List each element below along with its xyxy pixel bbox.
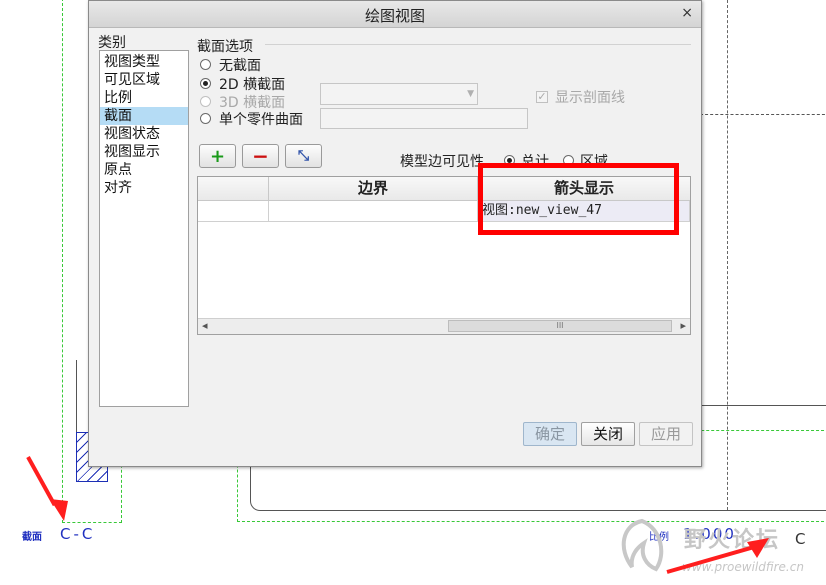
annotation-highlight-box xyxy=(478,163,679,235)
section-name-right: C xyxy=(795,530,806,548)
table-horizontal-scrollbar[interactable]: ◂ III ▸ xyxy=(198,318,690,334)
radio-single-part-surface-label: 单个零件曲面 xyxy=(219,112,303,128)
arrow-head-icon-right xyxy=(747,538,769,558)
watermark-logo-icon xyxy=(621,518,664,572)
close-icon[interactable]: × xyxy=(681,5,693,21)
category-item-view-type[interactable]: 视图类型 xyxy=(100,53,188,71)
category-item-section[interactable]: 截面 xyxy=(100,107,188,125)
category-item-origin[interactable]: 原点 xyxy=(100,161,188,179)
scroll-left-icon[interactable]: ◂ xyxy=(202,319,208,332)
column-header-name[interactable] xyxy=(198,177,269,201)
section-3d-combo[interactable]: ▼ xyxy=(320,83,478,105)
part-edge-right xyxy=(700,405,826,406)
show-hatch-checkbox[interactable]: ✓ xyxy=(536,91,548,103)
ok-button[interactable]: 确定 xyxy=(523,422,577,446)
radio-no-section[interactable] xyxy=(200,59,211,70)
close-button[interactable]: 关闭 xyxy=(581,422,635,446)
section-options-label: 截面选项 xyxy=(197,39,253,55)
column-header-boundary[interactable]: 边界 xyxy=(269,177,478,201)
center-line-vertical xyxy=(727,0,728,510)
section-label-left: 截面 xyxy=(22,532,42,543)
radio-2d-section[interactable] xyxy=(200,78,211,89)
category-item-view-state[interactable]: 视图状态 xyxy=(100,125,188,143)
remove-section-button[interactable]: − xyxy=(242,144,279,168)
part-surface-field[interactable] xyxy=(320,108,528,129)
chevron-down-icon: ▼ xyxy=(467,89,474,99)
scroll-right-icon[interactable]: ▸ xyxy=(680,319,686,332)
section-name-left: C-C xyxy=(60,525,96,543)
resize-icon: ⤡ xyxy=(297,148,310,164)
radio-no-section-label: 无截面 xyxy=(219,58,261,74)
category-list: 视图类型 可见区域 比例 截面 视图状态 视图显示 原点 对齐 xyxy=(99,50,189,407)
add-section-button[interactable]: + xyxy=(199,144,236,168)
dialog-title: 绘图视图 xyxy=(364,7,425,25)
radio-single-part-surface[interactable] xyxy=(200,113,211,124)
section-options-divider xyxy=(265,44,691,45)
minus-icon: − xyxy=(252,144,269,168)
table-cell-boundary[interactable] xyxy=(269,201,478,222)
show-hatch-label: 显示剖面线 xyxy=(555,90,625,106)
apply-button[interactable]: 应用 xyxy=(639,422,693,446)
model-edge-visibility-label: 模型边可见性 xyxy=(400,154,484,170)
category-item-visible-area[interactable]: 可见区域 xyxy=(100,71,188,89)
radio-2d-section-label: 2D 横截面 xyxy=(219,77,286,93)
category-item-view-display[interactable]: 视图显示 xyxy=(100,143,188,161)
category-item-scale[interactable]: 比例 xyxy=(100,89,188,107)
edit-section-button[interactable]: ⤡ xyxy=(285,144,322,168)
center-line-horizontal xyxy=(700,114,826,115)
category-label: 类别 xyxy=(98,35,126,51)
arrow-head-icon xyxy=(50,499,68,521)
table-cell-name[interactable] xyxy=(198,201,269,222)
scroll-thumb[interactable]: III xyxy=(448,320,672,332)
plus-icon: + xyxy=(209,145,226,167)
dialog-titlebar[interactable]: 绘图视图 × xyxy=(89,1,701,28)
category-item-align[interactable]: 对齐 xyxy=(100,179,188,197)
radio-3d-section[interactable] xyxy=(200,96,211,107)
